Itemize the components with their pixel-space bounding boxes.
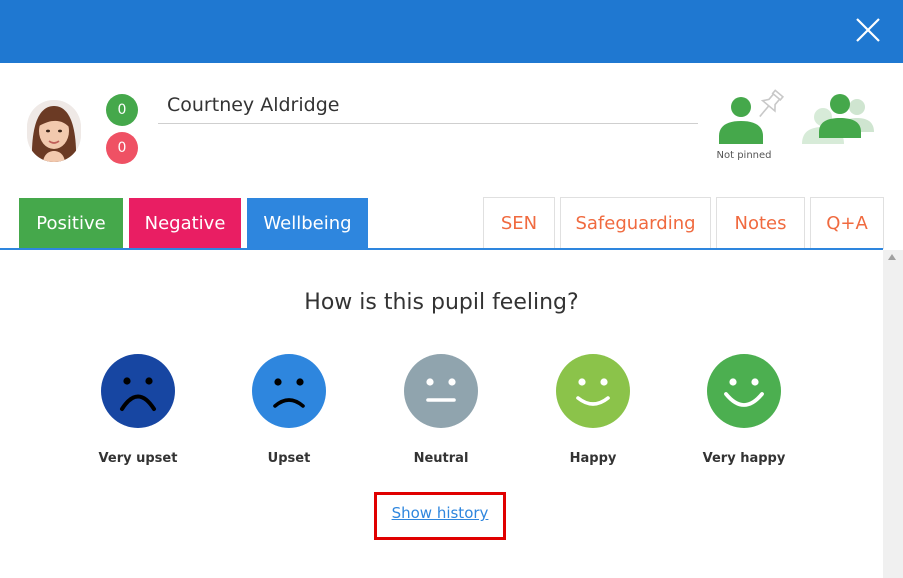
show-history-link[interactable]: Show history	[374, 504, 506, 522]
neutral-face-icon[interactable]	[404, 354, 478, 428]
very-happy-face-icon[interactable]	[707, 354, 781, 428]
mood-label-happy: Happy	[569, 451, 617, 466]
mood-label-neutral: Neutral	[413, 451, 469, 466]
scroll-up-arrow-icon[interactable]	[888, 254, 896, 260]
positive-count-badge: 0	[106, 94, 138, 126]
tab-negative[interactable]: Negative	[129, 198, 241, 249]
mood-label-upset: Upset	[267, 451, 311, 466]
wellbeing-question: How is this pupil feeling?	[304, 290, 579, 315]
tab-qa[interactable]: Q+A	[810, 197, 884, 249]
pupil-name-field[interactable]	[158, 86, 698, 124]
pin-pupil-icon	[719, 89, 785, 144]
very-upset-face-icon[interactable]	[101, 354, 175, 428]
negative-count-badge: 0	[106, 132, 138, 164]
pin-button[interactable]: Not pinned	[712, 88, 788, 166]
tab-underline	[0, 248, 883, 250]
mood-label-very-happy: Very happy	[702, 451, 786, 466]
scrollbar[interactable]	[883, 250, 903, 578]
tab-wellbeing[interactable]: Wellbeing	[247, 198, 368, 249]
pin-status-label: Not pinned	[716, 150, 772, 161]
mood-label-very-upset: Very upset	[98, 451, 178, 466]
modal-header	[0, 0, 903, 63]
tab-positive[interactable]: Positive	[19, 198, 123, 249]
close-icon[interactable]	[855, 17, 881, 43]
upset-face-icon[interactable]	[252, 354, 326, 428]
tab-safeguarding[interactable]: Safeguarding	[560, 197, 711, 249]
happy-face-icon[interactable]	[556, 354, 630, 428]
tab-sen[interactable]: SEN	[483, 197, 555, 249]
tab-notes[interactable]: Notes	[716, 197, 805, 249]
group-button[interactable]	[798, 90, 876, 146]
group-icon	[802, 94, 874, 144]
pupil-avatar	[27, 100, 81, 162]
